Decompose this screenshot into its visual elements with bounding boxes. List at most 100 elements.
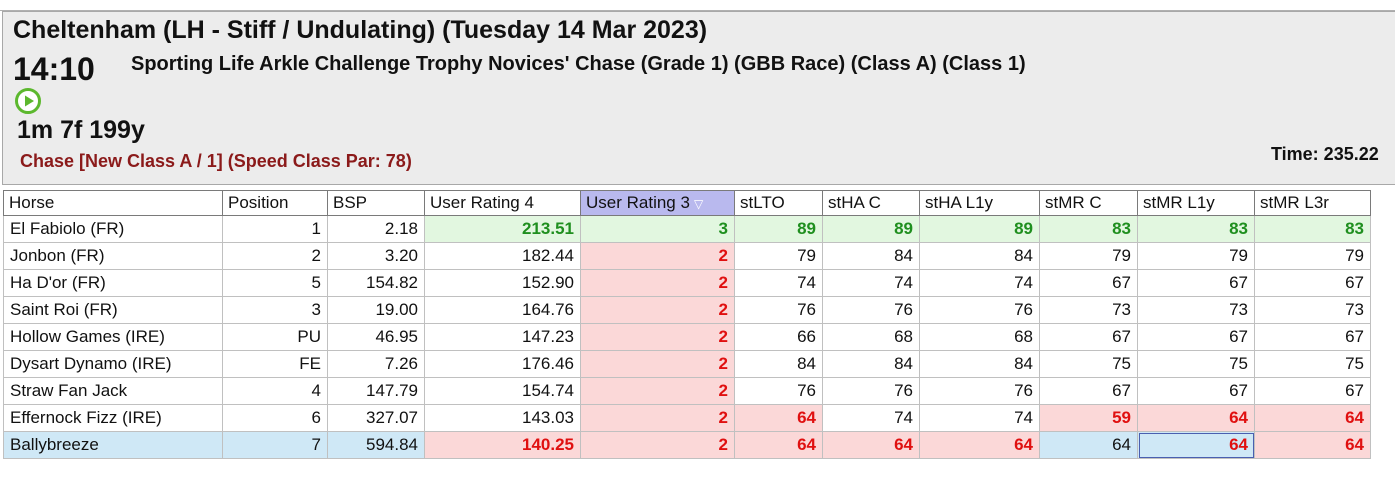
user-rating-4-cell[interactable]: 164.76 [424,296,581,324]
table-row[interactable]: Dysart Dynamo (IRE) FE 7.26 176.46 2 84 … [3,350,1371,378]
stha-l1y-cell[interactable]: 68 [919,323,1040,351]
stha-c-cell[interactable]: 68 [822,323,920,351]
user-rating-3-cell[interactable]: 2 [580,269,735,297]
position-cell[interactable]: 1 [222,215,328,243]
stmr-l3r-cell[interactable]: 79 [1254,242,1371,270]
user-rating-4-cell[interactable]: 143.03 [424,404,581,432]
user-rating-3-cell[interactable]: 3 [580,215,735,243]
stmr-l1y-cell[interactable]: 83 [1137,215,1255,243]
table-row[interactable]: El Fabiolo (FR) 1 2.18 213.51 3 89 89 89… [3,215,1371,243]
stmr-l1y-cell[interactable]: 79 [1137,242,1255,270]
stmr-l1y-cell[interactable]: 64 [1137,431,1255,459]
user-rating-3-cell[interactable]: 2 [580,350,735,378]
stmr-l3r-cell[interactable]: 83 [1254,215,1371,243]
table-row[interactable]: Hollow Games (IRE) PU 46.95 147.23 2 66 … [3,323,1371,351]
position-cell[interactable]: 2 [222,242,328,270]
bsp-cell[interactable]: 2.18 [327,215,425,243]
stmr-c-cell[interactable]: 67 [1039,323,1138,351]
position-cell[interactable]: 5 [222,269,328,297]
stlto-cell[interactable]: 64 [734,404,823,432]
stlto-cell[interactable]: 84 [734,350,823,378]
bsp-cell[interactable]: 3.20 [327,242,425,270]
stha-l1y-cell[interactable]: 76 [919,377,1040,405]
bsp-cell[interactable]: 46.95 [327,323,425,351]
stmr-l3r-cell[interactable]: 64 [1254,404,1371,432]
user-rating-4-cell[interactable]: 140.25 [424,431,581,459]
bsp-cell[interactable]: 19.00 [327,296,425,324]
user-rating-3-cell[interactable]: 2 [580,377,735,405]
stlto-cell[interactable]: 89 [734,215,823,243]
col-header-user-rating-3[interactable]: User Rating 3 ▽ [580,190,735,216]
col-header-bsp[interactable]: BSP [327,190,425,216]
stmr-c-cell[interactable]: 59 [1039,404,1138,432]
col-header-stlto[interactable]: stLTO [734,190,823,216]
stmr-l3r-cell[interactable]: 67 [1254,269,1371,297]
table-row[interactable]: Jonbon (FR) 2 3.20 182.44 2 79 84 84 79 … [3,242,1371,270]
table-row[interactable]: Saint Roi (FR) 3 19.00 164.76 2 76 76 76… [3,296,1371,324]
stmr-c-cell[interactable]: 79 [1039,242,1138,270]
bsp-cell[interactable]: 327.07 [327,404,425,432]
horse-name[interactable]: Saint Roi (FR) [3,296,223,324]
position-cell[interactable]: 7 [222,431,328,459]
stha-l1y-cell[interactable]: 84 [919,350,1040,378]
play-circle-icon[interactable] [15,88,41,114]
col-header-stmr-l3r[interactable]: stMR L3r [1254,190,1371,216]
position-cell[interactable]: FE [222,350,328,378]
stmr-c-cell[interactable]: 73 [1039,296,1138,324]
stlto-cell[interactable]: 64 [734,431,823,459]
horse-name[interactable]: Dysart Dynamo (IRE) [3,350,223,378]
stha-c-cell[interactable]: 89 [822,215,920,243]
col-header-stmr-c[interactable]: stMR C [1039,190,1138,216]
stha-l1y-cell[interactable]: 74 [919,404,1040,432]
stha-c-cell[interactable]: 84 [822,242,920,270]
col-header-user-rating-4[interactable]: User Rating 4 [424,190,581,216]
position-cell[interactable]: 4 [222,377,328,405]
stlto-cell[interactable]: 74 [734,269,823,297]
stmr-c-cell[interactable]: 67 [1039,269,1138,297]
user-rating-4-cell[interactable]: 182.44 [424,242,581,270]
stha-l1y-cell[interactable]: 64 [919,431,1040,459]
table-row[interactable]: Ha D'or (FR) 5 154.82 152.90 2 74 74 74 … [3,269,1371,297]
stha-l1y-cell[interactable]: 74 [919,269,1040,297]
col-header-stha-l1y[interactable]: stHA L1y [919,190,1040,216]
stmr-l1y-cell[interactable]: 67 [1137,269,1255,297]
stmr-l3r-cell[interactable]: 67 [1254,323,1371,351]
col-header-horse[interactable]: Horse [3,190,223,216]
bsp-cell[interactable]: 147.79 [327,377,425,405]
table-row[interactable]: Effernock Fizz (IRE) 6 327.07 143.03 2 6… [3,404,1371,432]
user-rating-3-cell[interactable]: 2 [580,404,735,432]
stha-c-cell[interactable]: 64 [822,431,920,459]
user-rating-4-cell[interactable]: 152.90 [424,269,581,297]
stha-c-cell[interactable]: 76 [822,296,920,324]
user-rating-4-cell[interactable]: 147.23 [424,323,581,351]
stha-c-cell[interactable]: 84 [822,350,920,378]
stha-l1y-cell[interactable]: 84 [919,242,1040,270]
stmr-c-cell[interactable]: 83 [1039,215,1138,243]
user-rating-3-cell[interactable]: 2 [580,323,735,351]
horse-name[interactable]: Jonbon (FR) [3,242,223,270]
horse-name[interactable]: Straw Fan Jack [3,377,223,405]
table-row[interactable]: Straw Fan Jack 4 147.79 154.74 2 76 76 7… [3,377,1371,405]
col-header-position[interactable]: Position [222,190,328,216]
stmr-l1y-cell[interactable]: 64 [1137,404,1255,432]
stmr-l1y-cell[interactable]: 67 [1137,377,1255,405]
horse-name[interactable]: Effernock Fizz (IRE) [3,404,223,432]
user-rating-3-cell[interactable]: 2 [580,431,735,459]
user-rating-3-cell[interactable]: 2 [580,296,735,324]
stmr-l1y-cell[interactable]: 75 [1137,350,1255,378]
stlto-cell[interactable]: 66 [734,323,823,351]
table-row-selected[interactable]: Ballybreeze 7 594.84 140.25 2 64 64 64 6… [3,431,1371,459]
user-rating-3-cell[interactable]: 2 [580,242,735,270]
horse-name[interactable]: El Fabiolo (FR) [3,215,223,243]
horse-name[interactable]: Ballybreeze [3,431,223,459]
user-rating-4-cell[interactable]: 213.51 [424,215,581,243]
stmr-c-cell[interactable]: 67 [1039,377,1138,405]
position-cell[interactable]: 6 [222,404,328,432]
user-rating-4-cell[interactable]: 154.74 [424,377,581,405]
position-cell[interactable]: 3 [222,296,328,324]
horse-name[interactable]: Hollow Games (IRE) [3,323,223,351]
stmr-c-cell[interactable]: 64 [1039,431,1138,459]
stmr-l1y-cell[interactable]: 73 [1137,296,1255,324]
stmr-l1y-cell[interactable]: 67 [1137,323,1255,351]
horse-name[interactable]: Ha D'or (FR) [3,269,223,297]
